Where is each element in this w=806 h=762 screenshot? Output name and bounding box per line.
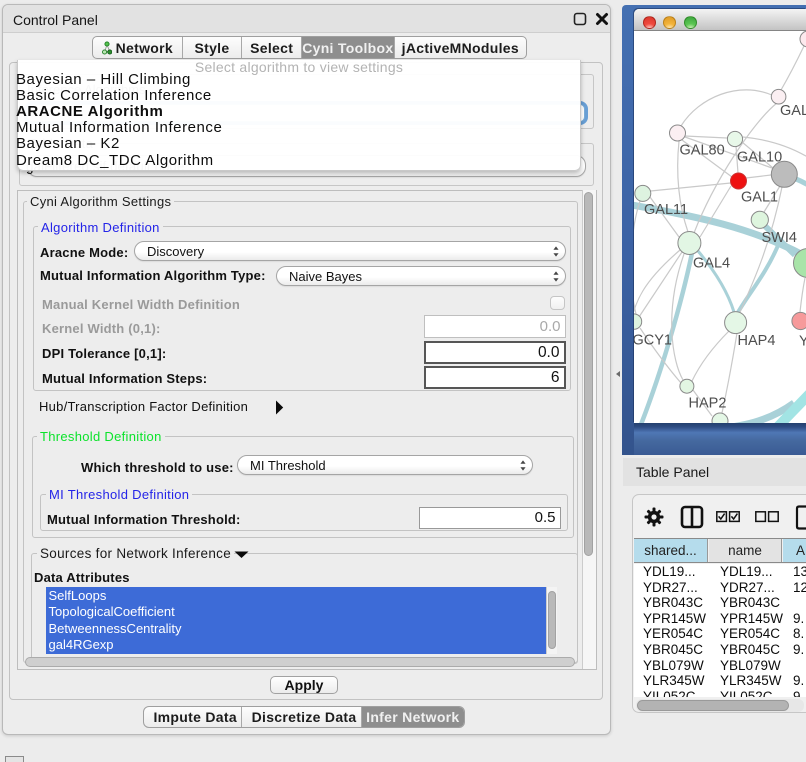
svg-text:GAL80: GAL80 — [680, 143, 725, 159]
svg-text:GAL7: GAL7 — [780, 103, 806, 119]
svg-text:HAP4: HAP4 — [738, 333, 776, 349]
svg-text:GAL10: GAL10 — [737, 150, 782, 166]
svg-text:GCY1: GCY1 — [634, 333, 672, 349]
svg-text:YE: YE — [799, 334, 806, 350]
svg-text:GAL4: GAL4 — [693, 256, 730, 272]
svg-text:GAL1: GAL1 — [741, 190, 778, 206]
svg-text:HAP2: HAP2 — [689, 396, 727, 412]
svg-text:SWI4: SWI4 — [762, 230, 797, 246]
svg-text:GAL11: GAL11 — [644, 202, 688, 218]
